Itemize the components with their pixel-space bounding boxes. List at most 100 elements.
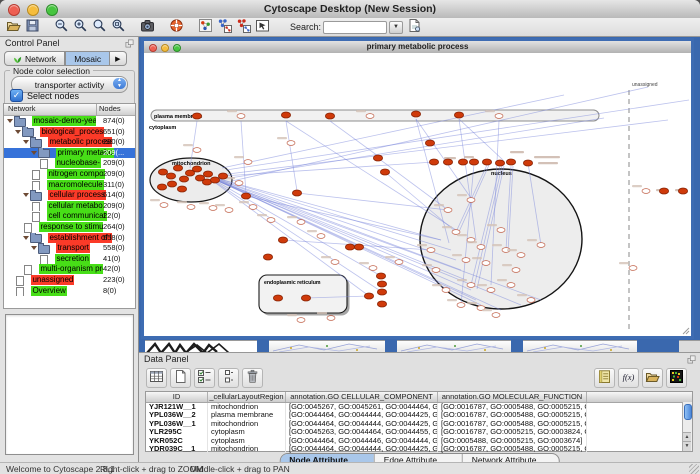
table-cell: YLR295C [146, 428, 208, 436]
background-window-fragment[interactable] [397, 340, 511, 352]
network-node-selected [411, 111, 420, 117]
select-attributes-button[interactable] [194, 368, 215, 388]
network-edit-red-icon [236, 18, 251, 36]
attribute-table-button[interactable] [146, 368, 167, 388]
attribute-formula-button[interactable]: f(x) [618, 368, 639, 388]
save-session-button[interactable] [23, 19, 42, 36]
table-cell: YPL036W__2 [146, 411, 208, 419]
network-node-selected [177, 186, 186, 192]
tree-expander-icon[interactable] [31, 151, 37, 155]
file-icon [40, 159, 48, 169]
table-scrollbar[interactable]: ▲ ▼ [682, 402, 692, 451]
scroll-down-arrow[interactable]: ▼ [683, 441, 691, 451]
zoom-fit-button[interactable] [90, 19, 109, 36]
folder-icon [38, 245, 50, 254]
tab-overflow-arrow[interactable]: ▶ [110, 51, 126, 66]
network-node [517, 253, 525, 258]
tree-row[interactable]: macromolecule 311(0) [4, 180, 135, 191]
tree-row[interactable]: secretion 41(0) [4, 254, 135, 265]
attribute-matrix-button[interactable] [666, 368, 687, 388]
resize-grip[interactable] [689, 464, 699, 474]
column-header[interactable]: annotation.GO MOLECULAR_FUNCTION [438, 392, 587, 402]
tree-col-network[interactable]: Network [4, 104, 96, 115]
tree-row[interactable]: establishment of lo 558(0) [4, 233, 135, 244]
tree-row[interactable]: unassigned 223(0) [4, 275, 135, 286]
create-attribute-icon [173, 369, 188, 387]
birds-eye-view[interactable] [5, 314, 134, 455]
tree-expander-icon[interactable] [23, 193, 29, 197]
tree-row[interactable]: transport 558(0) [4, 243, 135, 254]
folder-icon [30, 139, 42, 148]
folder-icon [14, 118, 26, 127]
network-node-selected [173, 165, 182, 171]
tree-expander-icon[interactable] [23, 236, 29, 240]
tree-expander-icon[interactable] [7, 119, 13, 123]
network-edit-red-button[interactable] [234, 19, 253, 36]
zoom-in-button[interactable] [71, 19, 90, 36]
tree-row[interactable]: metabolic process 280(0) [4, 137, 135, 148]
network-edit-blue-button[interactable] [215, 19, 234, 36]
zoom-region-button[interactable] [109, 19, 128, 36]
network-node-selected [373, 155, 382, 161]
table-row[interactable]: YJR121W__1mitochondrion[GO:0045267, GO:0… [146, 403, 692, 411]
search-options-doc-button[interactable] [405, 19, 424, 36]
tree-row[interactable]: Overview 8(0) [4, 286, 135, 297]
svg-text:unassigned: unassigned [632, 82, 658, 88]
select-nodes-checkbox[interactable]: ✓ [10, 89, 23, 102]
delete-attribute-button[interactable] [242, 368, 263, 388]
background-window-fragment[interactable] [523, 340, 637, 352]
attribute-notes-button[interactable] [594, 368, 615, 388]
network-node-selected [179, 176, 188, 182]
column-header[interactable]: annotation.GO CELLULAR_COMPONENT [286, 392, 438, 402]
table-cell: [GO:0016787, GO:0005488, GO:0005215, G..… [438, 403, 587, 411]
float-panel-icon[interactable] [125, 39, 134, 50]
scrollbar-thumb[interactable] [684, 404, 692, 420]
network-node [331, 260, 339, 265]
folder-icon [30, 234, 42, 243]
annotation-tool-button[interactable] [253, 19, 272, 36]
vizmapper-button[interactable] [196, 19, 215, 36]
tree-row[interactable]: multi-organism pro 42(0) [4, 264, 135, 275]
table-row[interactable]: YLR295Ccytoplasm[GO:0045263, GO:0044464,… [146, 428, 692, 436]
tree-row[interactable]: nucleobase- 209(0) [4, 158, 135, 169]
tree-row[interactable]: biological_process 651(0) [4, 127, 135, 138]
tree-expander-icon[interactable] [15, 130, 21, 134]
zoom-out-button[interactable] [52, 19, 71, 36]
tree-row[interactable]: cellular process 614(0) [4, 190, 135, 201]
network-node-selected [454, 112, 463, 118]
tree-expander-icon[interactable] [31, 246, 37, 250]
table-cell: cytoplasm [208, 437, 286, 445]
table-row[interactable]: YPL036W__1mitochondrion[GO:0044464, GO:0… [146, 420, 692, 428]
search-input[interactable] [323, 21, 387, 34]
tree-expander-icon[interactable] [23, 140, 29, 144]
search-options-doc-icon [407, 18, 422, 36]
open-session-button[interactable] [4, 19, 23, 36]
table-cell: plasma membrane [208, 411, 286, 419]
tree-row[interactable]: primary metabo 209(... [4, 148, 135, 159]
network-node-selected [158, 169, 167, 175]
search-dropdown-button[interactable]: ▼ [389, 21, 403, 34]
network-canvas[interactable]: plasma membranecytoplasmmitochondrionnuc… [144, 53, 691, 336]
network-node [366, 114, 374, 119]
tree-row[interactable]: cell communicat 22(0) [4, 211, 135, 222]
take-snapshot-button[interactable] [138, 19, 157, 36]
tree-col-nodes[interactable]: Nodes [96, 104, 135, 115]
tab-mosaic[interactable]: Mosaic [65, 51, 110, 66]
attribute-rows-button[interactable] [218, 368, 239, 388]
tree-row[interactable]: cellular metabo 209(0) [4, 201, 135, 212]
background-window-fragment[interactable] [269, 340, 385, 352]
create-attribute-button[interactable] [170, 368, 191, 388]
column-header[interactable]: ID [146, 392, 208, 402]
network-node-selected [495, 160, 504, 166]
tree-row[interactable]: response to stimulu 264(0) [4, 222, 135, 233]
column-header[interactable]: _cellularLayoutRegion [208, 392, 286, 402]
import-attributes-button[interactable] [642, 368, 663, 388]
table-row[interactable]: YKR052Ccytoplasm[GO:0044464, GO:0044446,… [146, 437, 692, 445]
help-ring-button[interactable] [167, 19, 186, 36]
background-window-fragment[interactable] [145, 340, 257, 352]
table-cell: mitochondrion [208, 403, 286, 411]
tab-network[interactable]: Network [4, 51, 65, 66]
tree-row[interactable]: nitrogen compo 209(0) [4, 169, 135, 180]
tree-row[interactable]: mosaic-demo-yeast 874(0) [4, 116, 135, 127]
table-row[interactable]: YPL036W__2plasma membrane[GO:0044464, GO… [146, 411, 692, 419]
